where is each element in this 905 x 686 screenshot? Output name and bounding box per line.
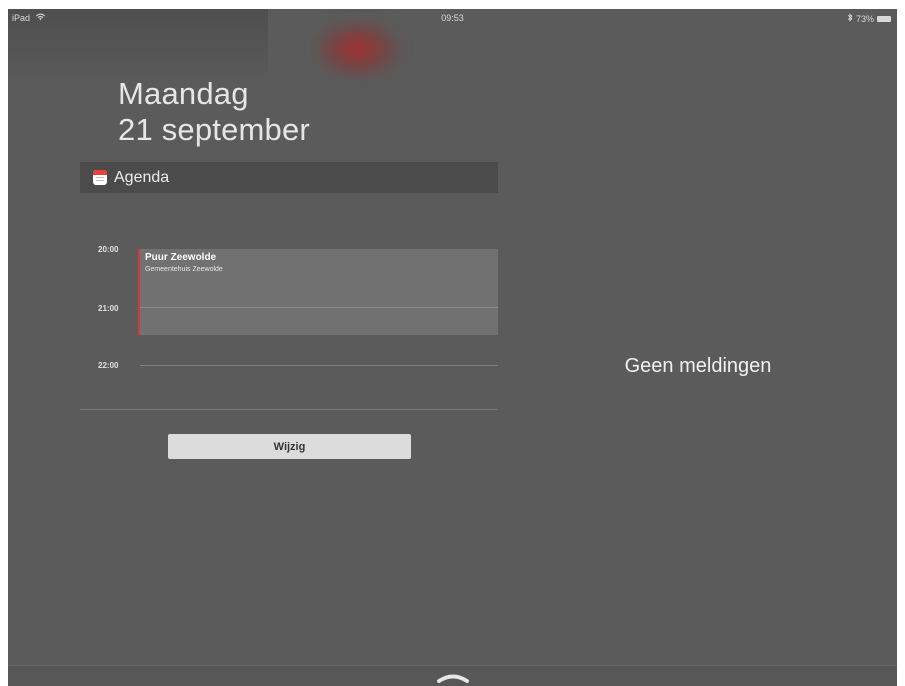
hour-label-21: 21:00 — [98, 304, 119, 313]
battery-icon — [877, 15, 891, 22]
notification-center: iPad 09:53 73% Maandag 21 september Agen… — [8, 9, 897, 686]
bluetooth-icon — [847, 13, 853, 24]
battery-percentage: 73% — [855, 13, 874, 24]
hour-line-22 — [140, 365, 498, 366]
event-color-bar — [138, 249, 140, 335]
bottom-bar — [8, 665, 897, 686]
agenda-widget-header[interactable]: Agenda — [80, 162, 498, 193]
calendar-icon — [93, 170, 107, 185]
hour-line-21 — [140, 307, 498, 308]
date-full: 21 september — [118, 112, 310, 147]
background-blur-red — [313, 19, 403, 79]
hour-label-20: 20:00 — [98, 245, 119, 254]
event-title: Puur Zeewolde — [145, 252, 217, 263]
widget-divider — [80, 409, 498, 410]
date-day: Maandag — [118, 76, 249, 111]
chevron-up-icon[interactable] — [436, 670, 470, 684]
widget-title: Agenda — [114, 168, 170, 186]
status-time: 09:53 — [441, 13, 464, 23]
status-bar: iPad 09:53 73% — [8, 9, 897, 27]
calendar-event[interactable]: Puur Zeewolde Gemeentehuis Zeewolde — [138, 249, 498, 335]
status-right: 73% — [847, 13, 891, 24]
hour-label-22: 22:00 — [98, 361, 119, 370]
edit-button[interactable]: Wijzig — [168, 434, 411, 459]
no-notifications-text: Geen meldingen — [624, 355, 772, 377]
event-location: Gemeentehuis Zeewolde — [145, 266, 223, 273]
